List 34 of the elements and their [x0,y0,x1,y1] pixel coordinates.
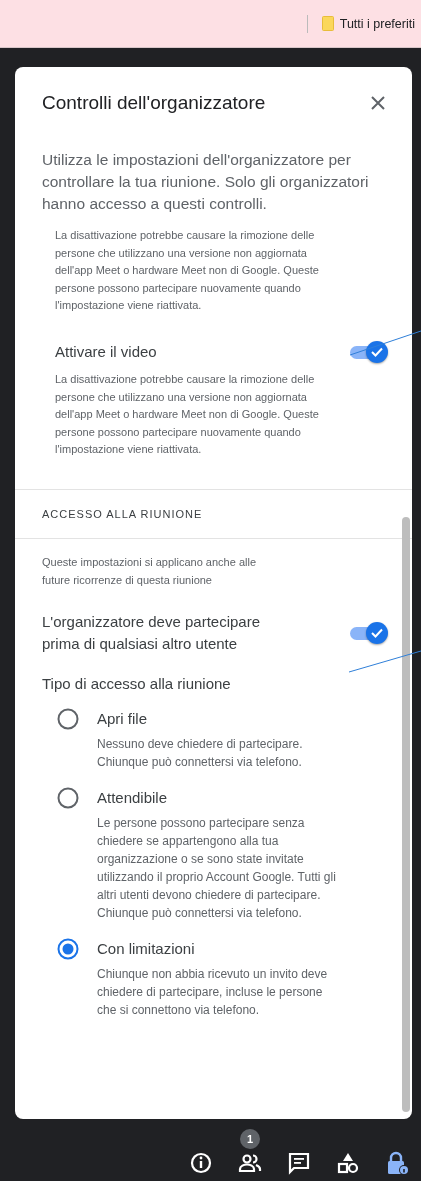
bookmark-folder[interactable]: Tutti i preferiti [319,14,417,33]
intro-text: Utilizza le impostazioni dell'organizzatore per controllare la tua riunione. Solo gli organizzatori hanno accesso a questi controlli. [42,150,370,214]
radio-button[interactable] [57,938,79,961]
scrollbar[interactable] [402,517,410,1112]
info-icon [189,1151,213,1175]
option-label: Con limitazioni [97,939,196,960]
folder-icon [321,16,334,31]
radio-button[interactable] [57,787,79,810]
count-badge: 1 [240,1129,260,1149]
radio-button[interactable] [57,708,79,731]
option-label: Apri file [97,709,149,730]
toggle-switch[interactable] [348,622,386,645]
option-description: Nessuno deve chiedere di partecipare. Chiunque può connettersi via telefono. [97,736,304,772]
panel-title: Controlli dell'organizzatore [42,92,266,114]
checkmark-icon [371,628,383,639]
setting-description: La disattivazione potrebbe causare la rimozione delle persone che utilizzano una versione non aggiornata dell'app Meet o hardware Meet non di Google. Queste persone possono partecipare nuovamente quando l'impostazione viene riattivata. [55,371,320,458]
chat-icon [287,1151,311,1175]
people-icon [238,1151,262,1175]
toolbar-button[interactable]: 1 [232,1125,268,1181]
checkmark-icon [371,346,383,357]
lock-icon [385,1151,409,1175]
option-description: Le persone possono partecipare senza chiedere se appartengono alla tua organizzazione o se sono state invitate utilizzando il proprio Account Google. Tutti gli altri utenti devono chiedere di partecipare. Chiunque può connettersi via telefono. [97,815,337,923]
shapes-icon [336,1151,360,1175]
toggle-switch[interactable] [348,340,386,363]
section-note: Queste impostazioni si applicano anche alle future ricorrenze di questa riunione [42,554,258,588]
option-label: Attendibile [97,788,169,809]
leader-line [349,330,421,356]
close-icon [371,96,385,110]
setting-label: L'organizzatore deve partecipare prima di qualsiasi altro utente [42,612,261,655]
setting-label: Attivare il video [55,341,157,362]
section-heading: ACCESSO ALLA RIUNIONE [41,506,204,522]
access-type-heading: Tipo di accesso alla riunione [42,675,232,693]
option-description: Chiunque non abbia ricevuto un invito deve chiedere di partecipare, incluse le persone che si connettono via telefono. [97,966,329,1020]
setting-description: La disattivazione potrebbe causare la rimozione delle persone che utilizzano una versione non aggiornata dell'app Meet o hardware Meet non di Google. Queste persone possono partecipare nuovamente quando l'impostazione viene riattivata. [55,228,320,314]
